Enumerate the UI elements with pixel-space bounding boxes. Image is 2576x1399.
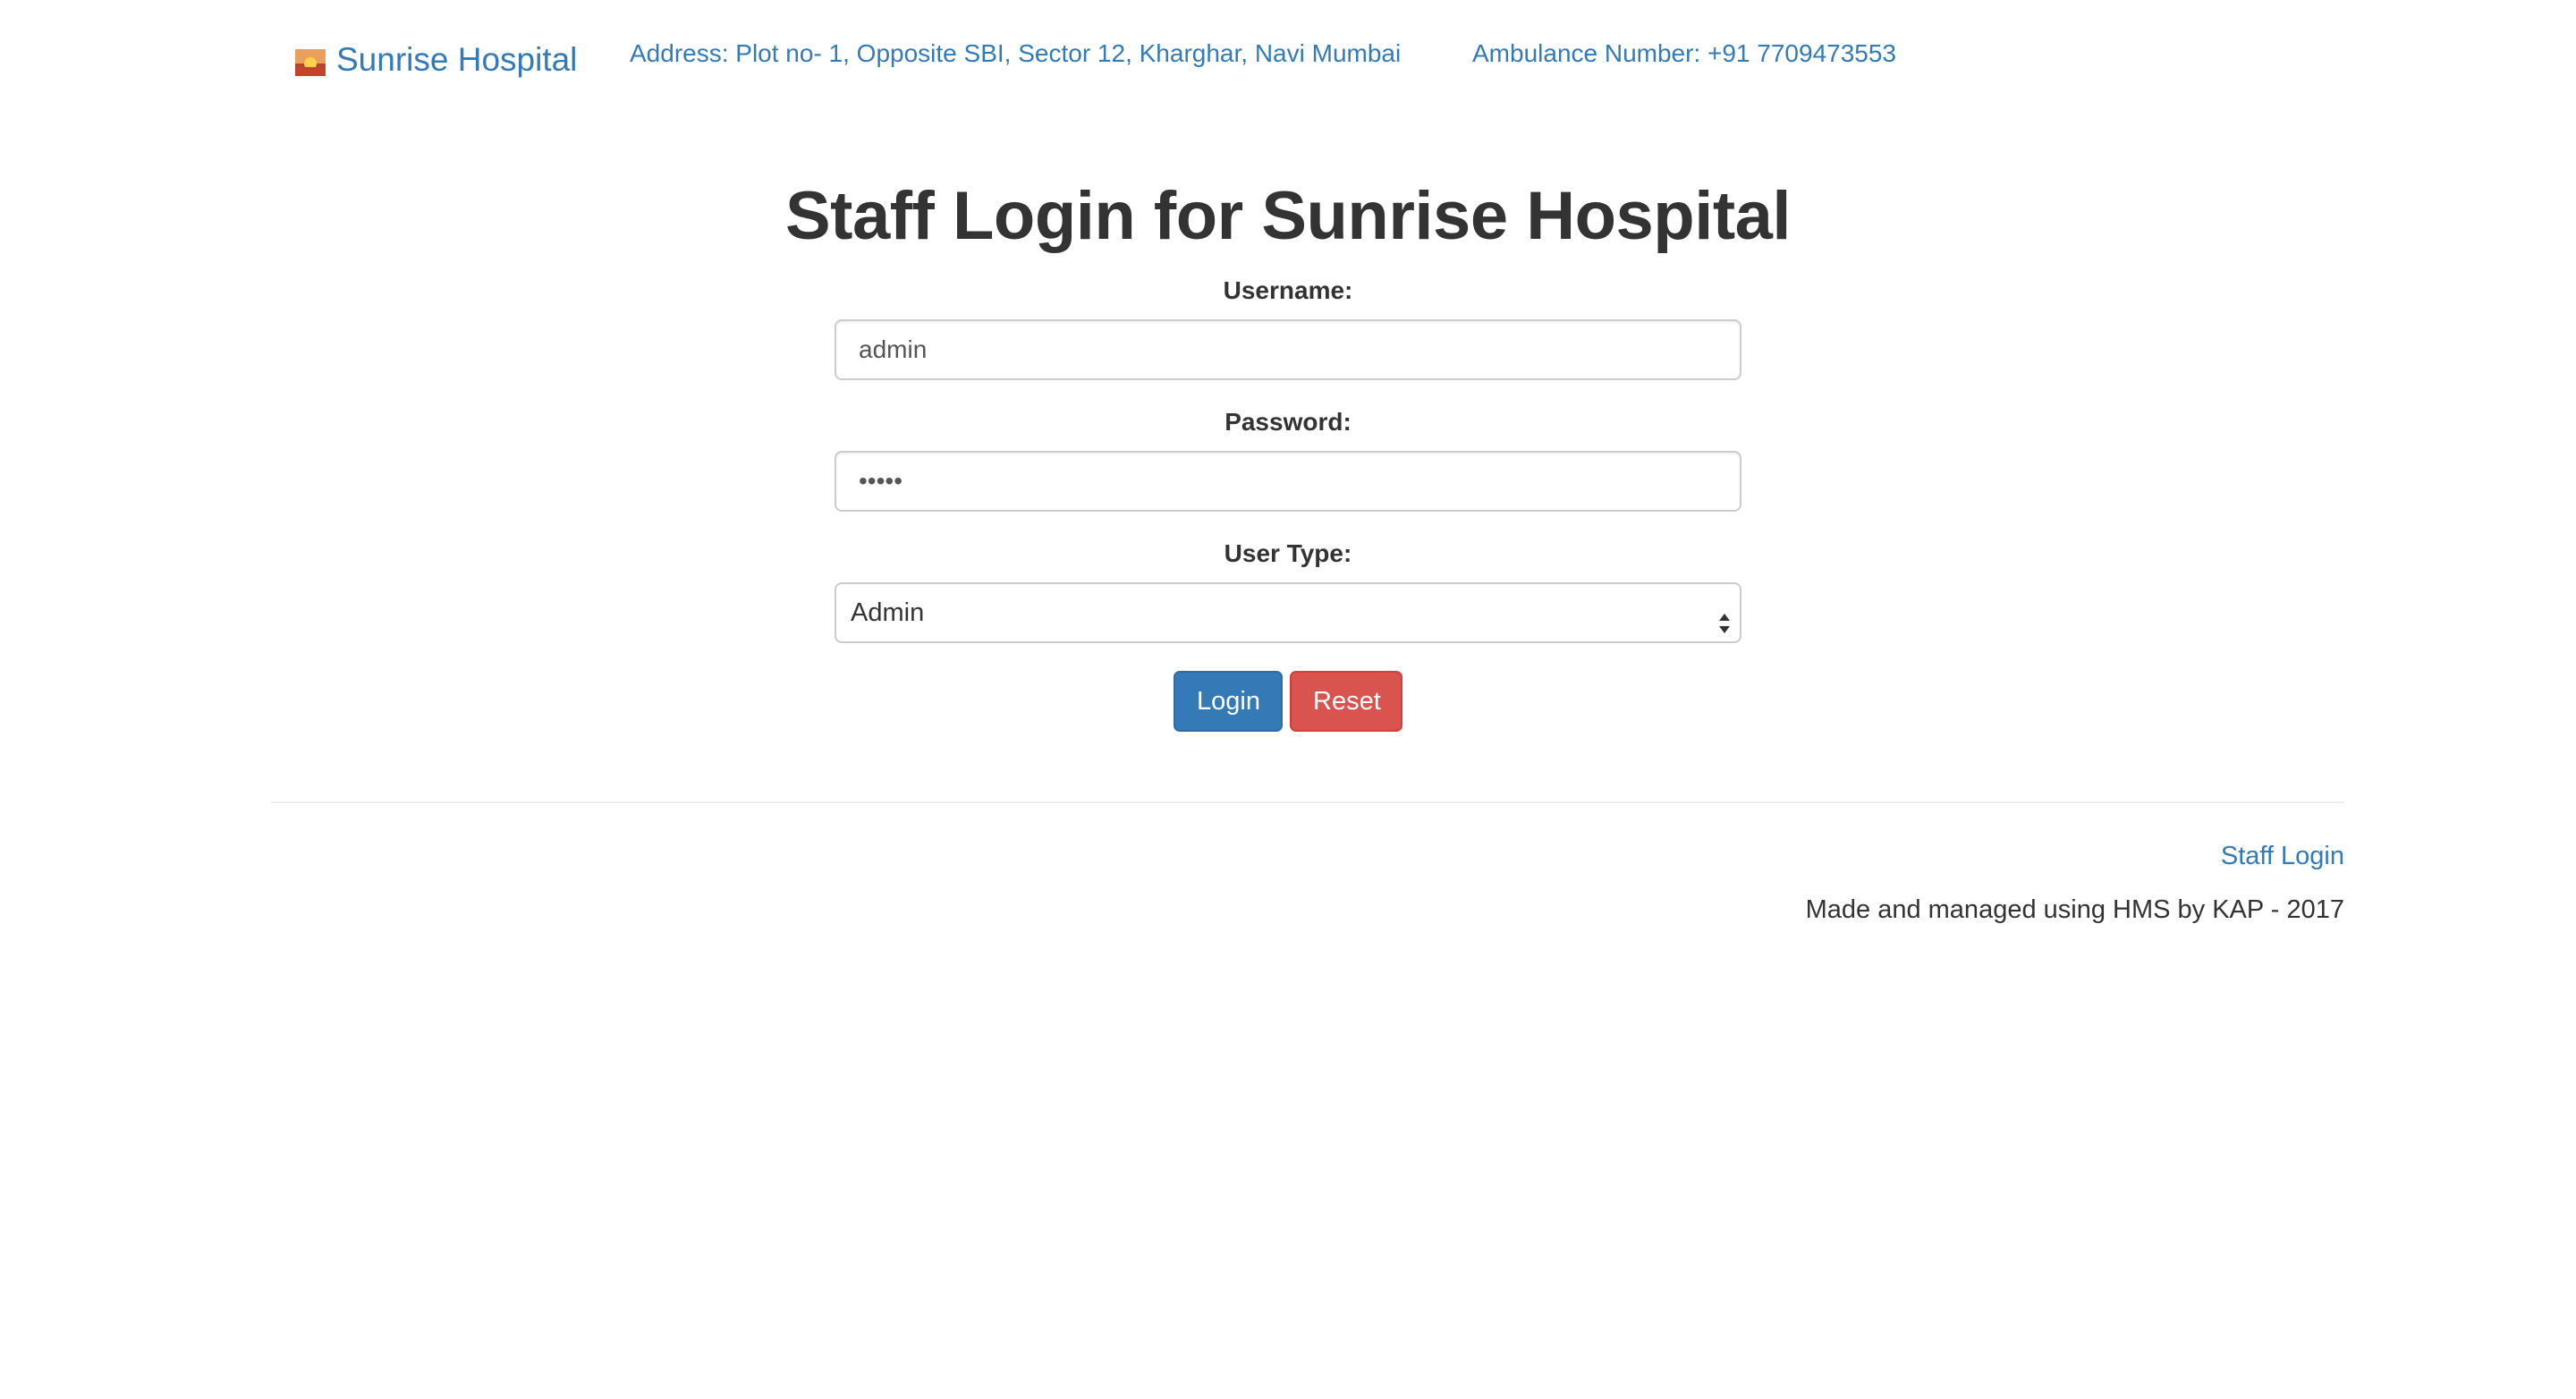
staff-login-link[interactable]: Staff Login <box>1806 836 2344 876</box>
hospital-address: Address: Plot no- 1, Opposite SBI, Secto… <box>630 39 1402 67</box>
form-buttons: Login Reset <box>835 671 1741 732</box>
reset-button[interactable]: Reset <box>1290 671 1402 732</box>
username-input[interactable] <box>835 319 1741 380</box>
user-type-selected: Admin <box>851 598 925 627</box>
password-label: Password: <box>1224 408 1352 436</box>
footer-credits: Made and managed using HMS by KAP - 2017 <box>1805 895 2344 924</box>
user-type-select[interactable]: Admin <box>835 582 1741 643</box>
login-button[interactable]: Login <box>1174 671 1283 732</box>
sunrise-logo-icon <box>295 47 326 76</box>
footer: Staff Login Made and managed using HMS b… <box>1806 836 2344 929</box>
brand-name: Sunrise Hospital <box>336 41 578 78</box>
select-arrows-icon <box>1718 600 1731 633</box>
username-label: Username: <box>1223 276 1353 304</box>
navbar: Sunrise Hospital Address: Plot no- 1, Op… <box>295 36 1995 89</box>
footer-divider <box>271 801 2344 803</box>
user-type-label: User Type: <box>1224 539 1352 567</box>
ambulance-number: Ambulance Number: +91 7709473553 <box>1472 39 1897 67</box>
login-section: Staff Login for Sunrise Hospital Usernam… <box>0 170 2576 732</box>
login-form: Username: Password: User Type: Admin Log… <box>835 276 1741 732</box>
password-input[interactable] <box>835 451 1741 512</box>
page-title: Staff Login for Sunrise Hospital <box>784 178 1792 254</box>
brand-link[interactable]: Sunrise Hospital <box>295 41 577 79</box>
